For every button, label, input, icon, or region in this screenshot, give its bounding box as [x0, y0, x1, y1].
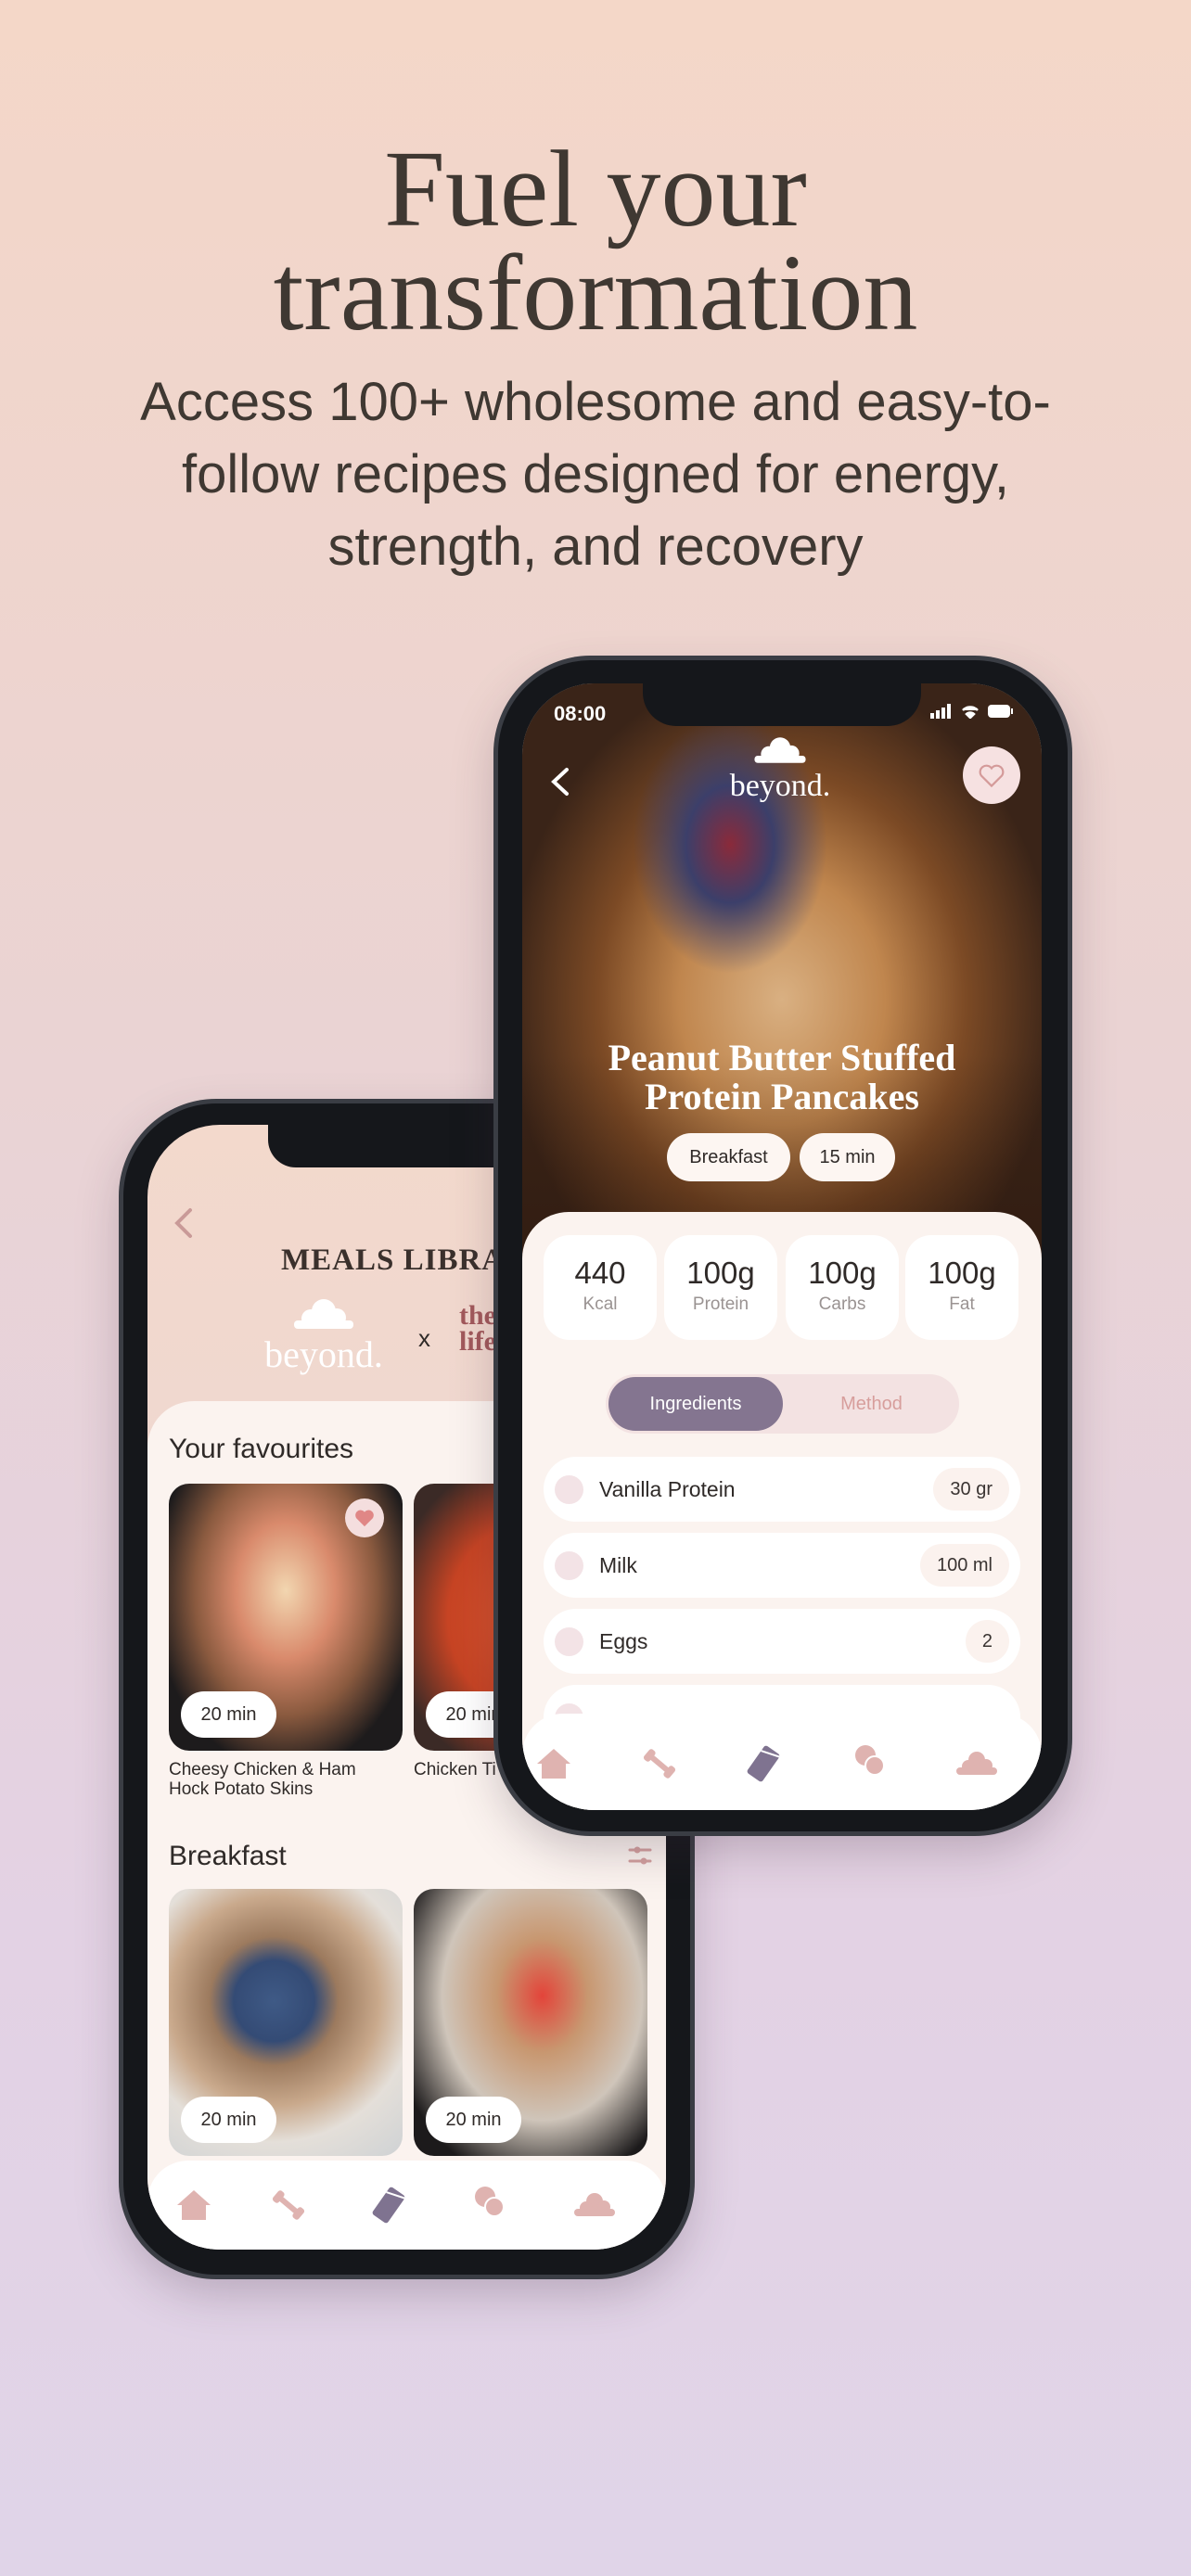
recipe-title-line: Peanut Butter Stuffed [608, 1037, 956, 1078]
status-time: 08:00 [554, 702, 607, 725]
time-pill: 20 min [426, 2097, 521, 2143]
hero-subtitle: Access 100+ wholesome and easy-to- follo… [0, 366, 1191, 583]
dumbbell-icon[interactable] [270, 2187, 307, 2224]
nutrition-value: 440 [574, 1256, 626, 1290]
breakfast-heading: Breakfast [169, 1841, 287, 1871]
ingredient-qty: 100 ml [919, 1544, 1009, 1587]
recipe-card[interactable]: 20 min [414, 1889, 647, 2156]
heart-filled-icon [355, 1510, 374, 1527]
nutrition-value: 100g [686, 1256, 755, 1290]
time-pill: 20 min [181, 2097, 276, 2143]
nutrition-carbs: 100g Carbs [786, 1235, 899, 1340]
nutrition-label: Carbs [818, 1294, 866, 1314]
cloud-icon[interactable] [572, 2185, 617, 2222]
recipe-card[interactable]: 20 min [169, 1889, 403, 2156]
hero-title-line: transformation [273, 232, 918, 353]
nutrition-value: 100g [928, 1256, 996, 1290]
nutrition-protein: 100g Protein [664, 1235, 777, 1340]
tag-pill-time: 15 min [800, 1133, 895, 1181]
battery-icon [988, 705, 1013, 718]
bottom-nav [522, 1714, 1042, 1810]
hero-title-line: Fuel your [384, 128, 807, 249]
favourites-heading: Your favourites [169, 1434, 354, 1464]
collab-mark: x [418, 1324, 430, 1352]
bottom-nav [147, 2161, 666, 2250]
brand-name: beyond. [264, 1333, 383, 1375]
hero-subtitle-line: Access 100+ wholesome and easy-to- [140, 372, 1051, 432]
home-icon[interactable] [535, 1745, 572, 1782]
status-icons [930, 704, 1014, 719]
ingredient-checkbox[interactable] [555, 1551, 583, 1580]
hero-subtitle-line: strength, and recovery [327, 516, 864, 577]
recipe-name-line: Cheesy Chicken & Ham [169, 1760, 356, 1779]
cloud-icon[interactable] [954, 1743, 999, 1780]
tab-method[interactable]: Method [787, 1377, 956, 1431]
cloud-logo-icon [754, 737, 806, 763]
recipe-card-title: Cheesy Chicken & Ham Hock Potato Skins [169, 1760, 356, 1799]
time-pill: 20 min [181, 1691, 276, 1738]
hero-subtitle-line: follow recipes designed for energy, [182, 444, 1009, 504]
meals-icon[interactable] [745, 1745, 782, 1782]
tab-switch: Ingredients Method [606, 1374, 959, 1434]
back-arrow-icon[interactable] [170, 1206, 198, 1240]
phone-recipe-detail: 08:00 beyond. Peanut Butter Stuffed Prot… [498, 660, 1068, 1831]
ingredient-checkbox[interactable] [555, 1627, 583, 1656]
ingredient-row[interactable]: Eggs 2 [544, 1609, 1020, 1674]
recipe-name-line: Hock Potato Skins [169, 1779, 314, 1799]
home-icon[interactable] [175, 2187, 212, 2224]
favourite-heart-button[interactable] [963, 746, 1020, 804]
nutrition-fat: 100g Fat [905, 1235, 1018, 1340]
recipe-card-title: Chicken Ti [414, 1760, 496, 1779]
chat-icon[interactable] [851, 1741, 888, 1779]
dumbbell-icon[interactable] [641, 1745, 678, 1782]
recipe-title-line: Protein Pancakes [645, 1076, 919, 1117]
cloud-logo-icon [294, 1299, 353, 1329]
nutrition-label: Protein [692, 1294, 749, 1314]
filter-sliders-icon[interactable] [627, 1843, 653, 1868]
nutrition-kcal: 440 Kcal [544, 1235, 657, 1340]
ingredient-qty: 30 gr [933, 1468, 1009, 1511]
nutrition-label: Fat [949, 1294, 975, 1314]
nutrition-value: 100g [808, 1256, 877, 1290]
ingredient-row[interactable]: Milk 100 ml [544, 1533, 1020, 1598]
ingredient-name: Vanilla Protein [599, 1477, 736, 1501]
heart-outline-icon [979, 764, 1005, 787]
chat-icon[interactable] [470, 2183, 507, 2220]
hero-title: Fuel your transformation [0, 128, 1191, 353]
ingredient-row[interactable]: Vanilla Protein 30 gr [544, 1457, 1020, 1522]
nutrition-label: Kcal [583, 1294, 618, 1314]
meals-icon[interactable] [370, 2187, 407, 2224]
recipe-title: Peanut Butter Stuffed Protein Pancakes [522, 1039, 1042, 1116]
ingredient-name: Milk [599, 1553, 637, 1577]
notch [643, 683, 921, 726]
recipe-screen: 08:00 beyond. Peanut Butter Stuffed Prot… [522, 683, 1042, 1810]
wifi-icon [962, 706, 979, 719]
beyond-logo: beyond. [259, 1296, 389, 1373]
signal-icon [930, 704, 951, 719]
back-arrow-icon[interactable] [548, 765, 572, 798]
favourite-heart-button[interactable] [345, 1498, 384, 1537]
ingredient-qty: 2 [965, 1620, 1009, 1663]
tag-pill-category: Breakfast [667, 1133, 790, 1181]
beyond-logo: beyond. [715, 734, 845, 802]
ingredient-checkbox[interactable] [555, 1475, 583, 1504]
recipe-card[interactable]: 20 min [169, 1484, 403, 1751]
ingredient-name: Eggs [599, 1629, 648, 1653]
brand-name: beyond. [729, 769, 831, 803]
tab-ingredients[interactable]: Ingredients [608, 1377, 783, 1431]
